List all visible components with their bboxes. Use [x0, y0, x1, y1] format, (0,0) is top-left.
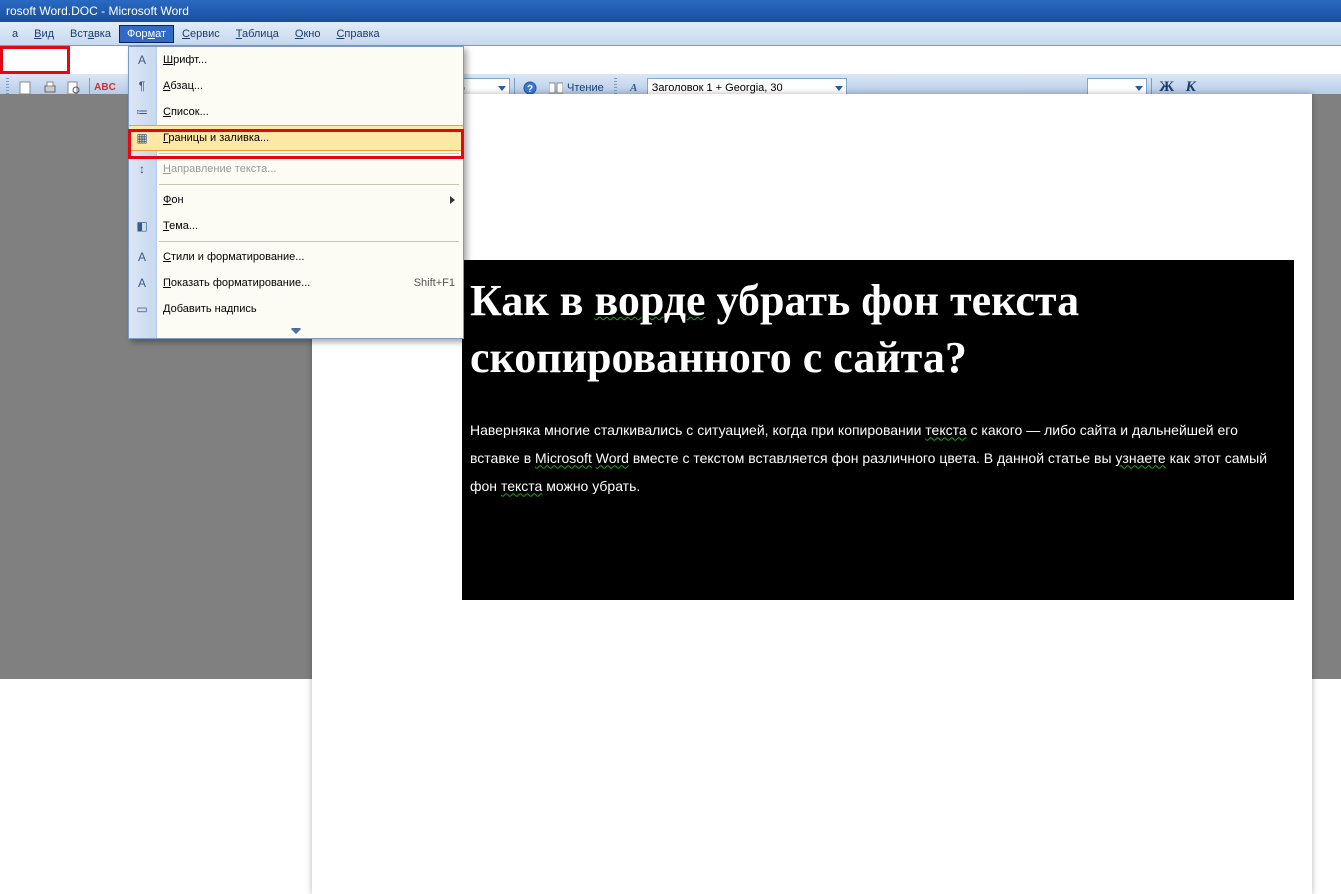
- document-body: Наверняка многие сталкивались с ситуацие…: [470, 416, 1286, 500]
- format-menu-dropdown: A Шрифт... ¶ Абзац... ≔ Список... ▦ Границы и з…: [128, 46, 464, 339]
- menu-item-сервис[interactable]: Сервис: [174, 25, 228, 43]
- menu-item-label: Добавить надпись: [163, 303, 257, 315]
- document-heading: Как в ворде убрать фон текста скопирован…: [470, 272, 1286, 386]
- menu-separator: [159, 241, 459, 242]
- format-menu-item[interactable]: ▦ Границы и заливка...: [129, 125, 463, 151]
- format-menu-item[interactable]: A Стили и форматирование...: [129, 244, 463, 270]
- menu-item-вставка[interactable]: Вставка: [62, 25, 119, 43]
- highlight-format-menu: [0, 46, 70, 74]
- menu-item-icon: ↕: [133, 160, 151, 178]
- menu-item-icon: A: [133, 51, 151, 69]
- format-menu-item[interactable]: ≔ Список...: [129, 99, 463, 125]
- format-menu-item[interactable]: ¶ Абзац...: [129, 73, 463, 99]
- menu-item-icon: ▦: [133, 129, 151, 147]
- menu-item-label: Границы и заливка...: [163, 132, 269, 144]
- format-menu-item: ↕ Направление текста...: [129, 156, 463, 182]
- menu-item-label: Фон: [163, 194, 184, 206]
- format-menu-item[interactable]: A Шрифт...: [129, 47, 463, 73]
- menu-item-label: Список...: [163, 106, 209, 118]
- title-bar: rosoft Word.DOC - Microsoft Word: [0, 0, 1341, 22]
- menu-item-окно[interactable]: Окно: [287, 25, 329, 43]
- format-menu-item[interactable]: Фон: [129, 187, 463, 213]
- menu-separator: [159, 153, 459, 154]
- menu-item-icon: [133, 191, 151, 209]
- chevron-down-icon: [291, 329, 301, 334]
- menu-item-icon: ▭: [133, 300, 151, 318]
- menu-item-таблица[interactable]: Таблица: [228, 25, 287, 43]
- format-menu-item[interactable]: ▭ Добавить надпись: [129, 296, 463, 322]
- selected-text-block[interactable]: Как в ворде убрать фон текста скопирован…: [462, 260, 1294, 600]
- menu-item-справка[interactable]: Справка: [328, 25, 387, 43]
- menu-item-формат[interactable]: Формат: [119, 25, 174, 43]
- window-title: rosoft Word.DOC - Microsoft Word: [6, 4, 189, 18]
- menu-item-shortcut: Shift+F1: [414, 277, 455, 289]
- menu-item-label: Тема...: [163, 220, 198, 232]
- menu-bar: аВидВставкаФорматСервисТаблицаОкноСправк…: [0, 22, 1341, 46]
- menu-item-а[interactable]: а: [4, 25, 26, 43]
- menu-item-вид[interactable]: Вид: [26, 25, 62, 43]
- menu-item-icon: A: [133, 248, 151, 266]
- menu-item-icon: ◧: [133, 217, 151, 235]
- menu-item-icon: A: [133, 274, 151, 292]
- menu-item-icon: ≔: [133, 103, 151, 121]
- menu-item-label: Абзац...: [163, 80, 203, 92]
- format-menu-item[interactable]: ◧ Тема...: [129, 213, 463, 239]
- svg-text:?: ?: [527, 84, 533, 95]
- format-menu-item[interactable]: A Показать форматирование... Shift+F1: [129, 270, 463, 296]
- menu-item-icon: ¶: [133, 77, 151, 95]
- reading-label: Чтение: [567, 82, 604, 94]
- menu-item-label: Показать форматирование...: [163, 277, 310, 289]
- menu-separator: [159, 184, 459, 185]
- menu-item-label: Шрифт...: [163, 54, 207, 66]
- expand-menu-button[interactable]: [129, 322, 463, 338]
- submenu-arrow-icon: [450, 196, 455, 204]
- menu-item-label: Стили и форматирование...: [163, 251, 304, 263]
- menu-item-label: Направление текста...: [163, 163, 276, 175]
